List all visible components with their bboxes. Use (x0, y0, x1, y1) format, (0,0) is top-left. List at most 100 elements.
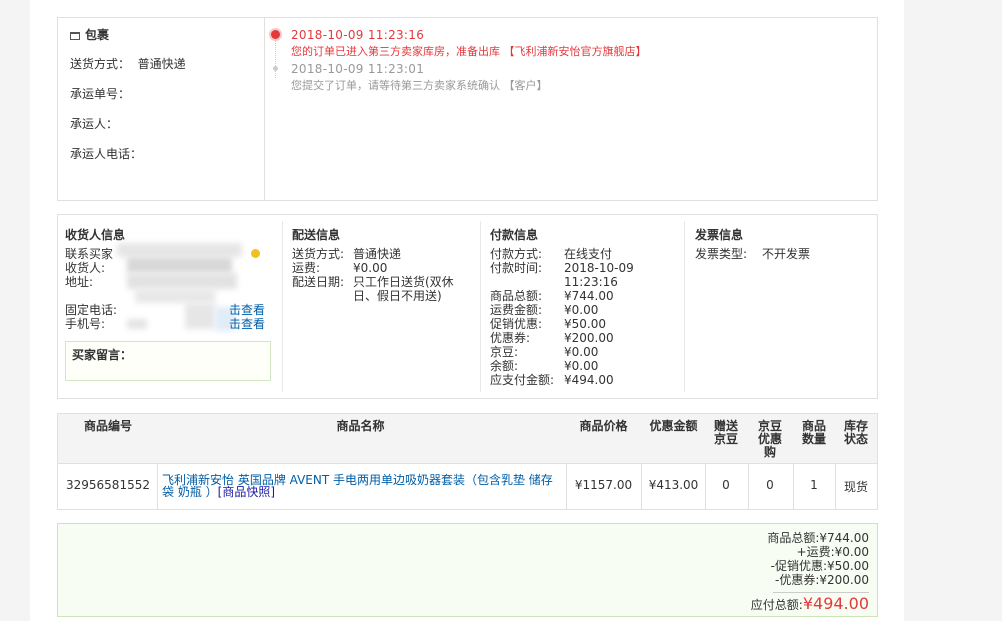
col-gift-jd: 赠送 京豆 (713, 419, 738, 446)
buyer-message-label: 买家留言： (72, 348, 133, 362)
payment-row-label: 付款时间: (490, 261, 543, 275)
receiver-info: 收货人信息 联系买家 收货人: 地址: 固定电话: 手机号: 击查看 击查看 买… (65, 215, 275, 398)
timeline-time-2: 2018-10-09 11:23:01 (291, 62, 425, 76)
contact-buyer-label: 联系买家 (65, 247, 114, 261)
tracking-no-label: 承运单号： (70, 87, 131, 101)
order-summary: 商品总额:¥744.00 +运费:¥0.00 -促销优惠:¥50.00 -优惠券… (57, 523, 878, 617)
timeline-message-2: 您提交了订单，请等待第三方卖家系统确认 【客户】 (291, 79, 548, 92)
order-detail-page: 包裹 送货方式： 普通快递 承运单号： 承运人： 承运人电话： 2018-10-… (30, 0, 904, 621)
package-title: 包裹 (70, 26, 109, 43)
payment-row-value: ¥744.00 (564, 289, 614, 303)
invoice-title: 发票信息 (695, 228, 744, 242)
row-jd-coupon: 0 (766, 478, 774, 492)
payment-row-label: 应支付金额: (490, 373, 555, 387)
payment-row-value: ¥0.00 (564, 345, 599, 359)
delivery-method-label: 送货方式: (292, 247, 345, 261)
table-header: 商品编号 商品名称 商品价格 优惠金额 赠送 京豆 京豆 优惠 购 商品 数量 … (58, 414, 877, 464)
redacted-address-2 (135, 289, 215, 303)
col-qty: 商品 数量 (801, 419, 826, 446)
row-gift-jd: 0 (722, 478, 730, 492)
payment-row-value: ¥494.00 (564, 373, 614, 387)
payment-row-value: 在线支付 (564, 247, 613, 261)
package-panel: 包裹 送货方式： 普通快递 承运单号： 承运人： 承运人电话： 2018-10-… (57, 17, 878, 201)
payment-row-label: 京豆: (490, 345, 519, 359)
col-stock: 库存 状态 (843, 419, 868, 446)
receiver-title: 收货人信息 (65, 228, 126, 242)
divider (282, 221, 283, 392)
col-sku: 商品编号 (83, 419, 132, 433)
row-discount: ¥413.00 (648, 478, 699, 492)
product-table: 商品编号 商品名称 商品价格 优惠金额 赠送 京豆 京豆 优惠 购 商品 数量 … (57, 413, 878, 510)
view-phone-link[interactable]: 击查看 (229, 303, 265, 317)
summary-promotion: -促销优惠:¥50.00 (770, 559, 869, 573)
divider (480, 221, 481, 392)
delivery-title: 配送信息 (292, 228, 341, 242)
timeline-current-dot-icon (271, 30, 280, 39)
delivery-date-value-1: 只工作日送货(双休 (353, 275, 454, 289)
total-label: 应付总额: (750, 598, 803, 612)
summary-shipping: +运费:¥0.00 (796, 545, 869, 559)
carrier-label: 承运人： (70, 117, 119, 131)
row-sku: 32956581552 (66, 478, 150, 492)
timeline-message-1: 您的订单已进入第三方卖家库房，准备出库 【飞利浦新安怡官方旗舰店】 (291, 45, 647, 58)
col-jd-coupon: 京豆 优惠 购 (757, 419, 782, 459)
delivery-fee-value: ¥0.00 (353, 261, 388, 275)
payment-title: 付款信息 (490, 228, 539, 242)
col-price: 商品价格 (579, 419, 628, 433)
payment-row-label: 商品总额: (490, 289, 543, 303)
row-stock: 现货 (843, 480, 868, 494)
timeline-past-dot-icon (273, 66, 278, 71)
summary-coupon: -优惠券:¥200.00 (775, 573, 869, 587)
payment-row-value: ¥0.00 (564, 303, 599, 317)
payment-row-label: 余额: (490, 359, 519, 373)
payment-row-label: 促销优惠: (490, 317, 543, 331)
summary-total: 应付总额:¥494.00 (751, 594, 869, 613)
redacted-name (127, 257, 232, 273)
timeline-line (275, 36, 276, 78)
product-name: 飞利浦新安怡 英国品牌 AVENT 手电两用单边吸奶器套装（包含乳垫 储存袋 奶… (162, 474, 562, 498)
timeline-time-1: 2018-10-09 11:23:16 (291, 28, 425, 42)
order-info-panel: 收货人信息 联系买家 收货人: 地址: 固定电话: 手机号: 击查看 击查看 买… (57, 214, 878, 399)
product-snapshot-link[interactable]: [商品快照] (218, 485, 275, 499)
delivery-method-value: 普通快递 (353, 247, 402, 261)
payment-row-label: 优惠券: (490, 331, 531, 345)
mobile-label: 手机号: (65, 317, 106, 331)
payment-row-value: ¥200.00 (564, 331, 614, 345)
summary-goods-total: 商品总额:¥744.00 (767, 531, 869, 545)
payment-info: 付款信息 付款方式: 在线支付付款时间: 2018-10-09 11:23:16 商品总… (490, 215, 680, 398)
redacted-mobile (127, 319, 147, 329)
row-qty: 1 (810, 478, 818, 492)
payment-row-value: 2018-10-09 (564, 261, 634, 275)
receiver-name-label: 收货人: (65, 261, 106, 275)
carrier-phone-label: 承运人电话： (70, 147, 143, 161)
tracking-timeline: 2018-10-09 11:23:16 您的订单已进入第三方卖家库房，准备出库 … (264, 18, 877, 200)
delivery-date-label: 配送日期: (292, 275, 345, 289)
payment-row-value: ¥50.00 (564, 317, 606, 331)
invoice-type-value: 不开发票 (762, 247, 811, 261)
row-price: ¥1157.00 (574, 478, 633, 492)
redacted-contact (117, 243, 242, 257)
col-discount: 优惠金额 (649, 419, 698, 433)
payment-row-label: 付款方式: (490, 247, 543, 261)
redacted-phone (185, 303, 215, 329)
invoice-type-label: 发票类型: (695, 247, 748, 261)
payment-row-label: 运费金额: (490, 303, 543, 317)
package-info: 包裹 送货方式： 普通快递 承运单号： 承运人： 承运人电话： (58, 18, 265, 200)
payment-row-value: 11:23:16 (564, 275, 618, 289)
package-icon (70, 31, 80, 40)
view-mobile-link[interactable]: 击查看 (229, 317, 265, 331)
payment-row-value: ¥0.00 (564, 359, 599, 373)
delivery-date-value-2: 日、假日不用送) (353, 289, 442, 303)
delivery-info: 配送信息 送货方式: 普通快递 运费: ¥0.00 配送日期: 只工作日送货(双… (292, 215, 482, 398)
col-name: 商品名称 (336, 419, 385, 433)
chat-icon[interactable] (251, 249, 260, 258)
summary-divider (773, 592, 869, 593)
phone-label: 固定电话: (65, 303, 118, 317)
divider (684, 221, 685, 392)
invoice-info: 发票信息 发票类型: 不开发票 (695, 215, 875, 398)
address-label: 地址: (65, 275, 94, 289)
redacted-address (127, 273, 237, 289)
total-amount: ¥494.00 (802, 594, 869, 613)
buyer-message-box: 买家留言： (65, 341, 271, 381)
delivery-fee-label: 运费: (292, 261, 321, 275)
